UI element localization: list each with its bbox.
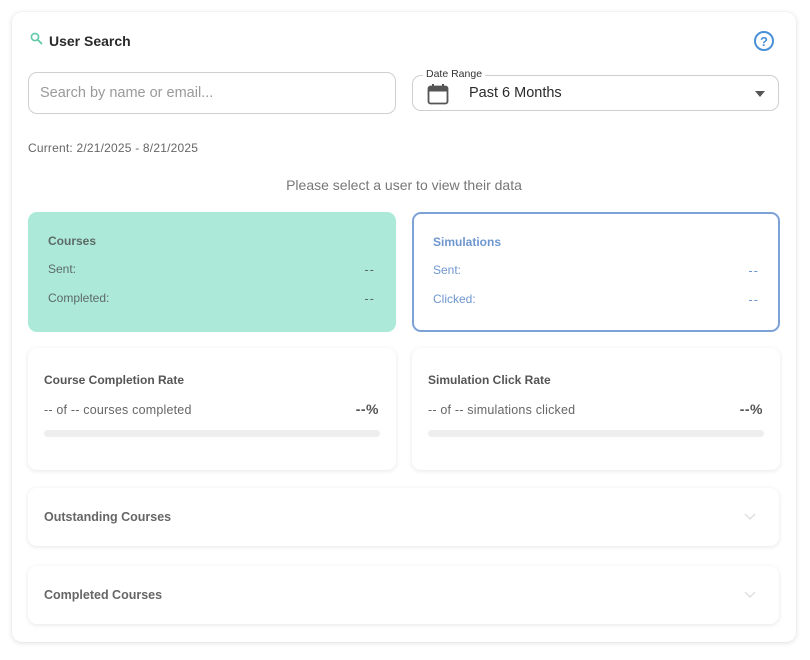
user-search-input[interactable] xyxy=(28,72,396,114)
outstanding-courses-title: Outstanding Courses xyxy=(44,510,172,524)
date-range-value: Past 6 Months xyxy=(469,85,562,101)
question-circle-icon: ? xyxy=(760,33,768,49)
completed-courses-title: Completed Courses xyxy=(44,588,163,602)
simulations-title: Simulations xyxy=(433,235,502,249)
search-icon xyxy=(30,32,43,50)
date-range-select[interactable]: Date Range Past 6 Months xyxy=(412,68,779,111)
select-user-prompt: Please select a user to view their data xyxy=(286,177,522,193)
panel-title: User Search xyxy=(49,33,131,49)
calendar-icon xyxy=(427,83,449,110)
course-completion-rate-card: Course Completion Rate -- of -- courses … xyxy=(28,348,396,470)
courses-completed-label: Completed: xyxy=(48,291,110,305)
simulations-sent-value: -- xyxy=(748,263,759,278)
sim-rate-title: Simulation Click Rate xyxy=(428,373,551,387)
courses-completed-value: -- xyxy=(364,291,375,306)
sim-rate-percent: --% xyxy=(739,401,763,417)
course-rate-subtitle: -- of -- courses completed xyxy=(44,403,192,417)
sim-rate-subtitle: -- of -- simulations clicked xyxy=(428,403,576,417)
current-date-range: Current: 2/21/2025 - 8/21/2025 xyxy=(28,141,199,155)
user-search-panel: User Search ? Date Range Past 6 Months C… xyxy=(12,12,796,642)
course-rate-progress-track xyxy=(44,430,380,437)
simulation-click-rate-card: Simulation Click Rate -- of -- simulatio… xyxy=(412,348,780,470)
chevron-down-icon xyxy=(755,91,765,97)
course-rate-title: Course Completion Rate xyxy=(44,373,185,387)
chevron-down-icon xyxy=(743,508,757,526)
simulations-clicked-value: -- xyxy=(748,292,759,307)
courses-title: Courses xyxy=(48,234,97,248)
simulations-sent-label: Sent: xyxy=(433,263,462,277)
completed-courses-accordion[interactable]: Completed Courses xyxy=(28,566,779,624)
courses-stat-card: Courses Sent: -- Completed: -- xyxy=(28,212,396,332)
course-rate-percent: --% xyxy=(355,401,379,417)
simulations-clicked-label: Clicked: xyxy=(433,292,476,306)
courses-sent-label: Sent: xyxy=(48,262,77,276)
date-range-label: Date Range xyxy=(423,68,486,80)
sim-rate-progress-track xyxy=(428,430,764,437)
outstanding-courses-accordion[interactable]: Outstanding Courses xyxy=(28,488,779,546)
panel-header: User Search xyxy=(30,32,131,50)
simulations-stat-card: Simulations Sent: -- Clicked: -- xyxy=(412,212,780,332)
chevron-down-icon xyxy=(743,586,757,604)
help-button[interactable]: ? xyxy=(754,31,774,51)
courses-sent-value: -- xyxy=(364,262,375,277)
